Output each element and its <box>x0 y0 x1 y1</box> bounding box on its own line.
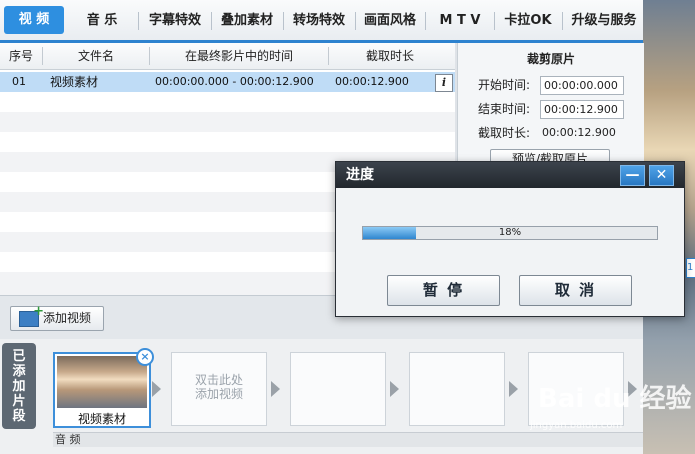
empty-clip-slot[interactable]: 双击此处 添加视频 <box>171 352 267 426</box>
cancel-button[interactable]: 取 消 <box>519 275 632 306</box>
remove-clip-icon[interactable]: × <box>136 348 154 366</box>
tab-upgrade-service[interactable]: 升级与服务 <box>566 8 642 34</box>
tab-picture-style[interactable]: 画面风格 <box>358 8 422 34</box>
clip-thumbnail[interactable]: 视频素材 <box>53 352 151 428</box>
chevron-right-icon <box>271 381 280 397</box>
end-time-label: 结束时间: <box>478 102 531 116</box>
progress-dialog: 进度 — ✕ 18% 暂 停 取 消 <box>335 161 685 317</box>
chevron-right-icon <box>390 381 399 397</box>
side-label-text: 已添加片段 <box>12 349 26 424</box>
table-row[interactable]: 01 视频素材 00:00:00.000 - 00:00:12.900 00:0… <box>0 72 455 92</box>
chevron-right-icon <box>152 381 161 397</box>
empty-clip-slot[interactable] <box>409 352 505 426</box>
tab-mtv[interactable]: M T V <box>430 8 490 34</box>
row-filename: 视频素材 <box>50 75 99 89</box>
start-time-label: 开始时间: <box>478 78 531 92</box>
audio-track: 音 频 <box>53 432 643 447</box>
crop-panel-title: 裁剪原片 <box>526 52 575 66</box>
column-header-index: 序号 <box>8 49 33 63</box>
row-index: 01 <box>12 75 26 88</box>
tab-separator <box>355 12 356 30</box>
tab-separator <box>138 12 139 30</box>
add-video-label: 添加视频 <box>43 311 92 325</box>
tab-separator <box>425 12 426 30</box>
row-time-range: 00:00:00.000 - 00:00:12.900 <box>155 75 314 88</box>
column-header-duration: 截取时长 <box>365 49 414 63</box>
audio-track-label: 音 频 <box>55 433 81 446</box>
tab-subtitle-effects[interactable]: 字幕特效 <box>142 8 208 34</box>
crop-duration-value: 00:00:12.900 <box>542 126 616 139</box>
added-clips-side-label: 已添加片段 <box>2 343 36 429</box>
tab-karaoke[interactable]: 卡拉OK <box>498 8 558 34</box>
film-add-icon <box>19 304 44 327</box>
column-header-filename: 文件名 <box>77 49 114 63</box>
row-duration: 00:00:12.900 <box>335 75 409 88</box>
tab-separator <box>494 12 495 30</box>
watermark-url: jingyan.baidu.com <box>530 420 623 431</box>
crop-duration-label: 截取时长: <box>478 126 531 140</box>
empty-clip-slot[interactable] <box>290 352 386 426</box>
minimize-icon[interactable]: — <box>620 165 645 186</box>
tab-separator <box>283 12 284 30</box>
pause-button[interactable]: 暂 停 <box>387 275 500 306</box>
progress-percent-text: 18% <box>498 227 522 238</box>
table-header: 序号 文件名 在最终影片中的时间 截取时长 <box>0 43 455 70</box>
end-time-input[interactable]: 00:00:12.900 <box>540 100 624 119</box>
watermark-logo: Bai du 经验 <box>538 384 692 414</box>
close-icon[interactable]: ✕ <box>649 165 674 186</box>
table-row-empty <box>0 112 455 132</box>
dialog-titlebar[interactable]: 进度 — ✕ <box>336 162 684 188</box>
edge-counter-badge: 1 <box>686 258 695 278</box>
start-time-input[interactable]: 00:00:00.000 <box>540 76 624 95</box>
add-video-button[interactable]: 添加视频 <box>10 304 104 331</box>
column-header-time-range: 在最终影片中的时间 <box>184 49 293 63</box>
tab-music[interactable]: 音 乐 <box>72 8 132 34</box>
tab-overlay-materials[interactable]: 叠加素材 <box>214 8 280 34</box>
tab-transition-effects[interactable]: 转场特效 <box>286 8 352 34</box>
tab-separator <box>562 12 563 30</box>
chevron-right-icon <box>509 381 518 397</box>
dialog-title: 进度 <box>346 167 374 183</box>
tab-video[interactable]: 视 频 <box>4 6 64 34</box>
empty-slot-hint: 双击此处 添加视频 <box>194 373 243 401</box>
main-tab-bar: 视 频 音 乐 字幕特效 叠加素材 转场特效 画面风格 M T V 卡拉OK 升… <box>0 0 643 43</box>
clip-label: 视频素材 <box>77 412 126 426</box>
info-icon[interactable]: i <box>435 74 453 92</box>
clip-thumbnail-image <box>57 356 147 408</box>
progress-bar: 18% <box>362 226 658 240</box>
tab-separator <box>211 12 212 30</box>
